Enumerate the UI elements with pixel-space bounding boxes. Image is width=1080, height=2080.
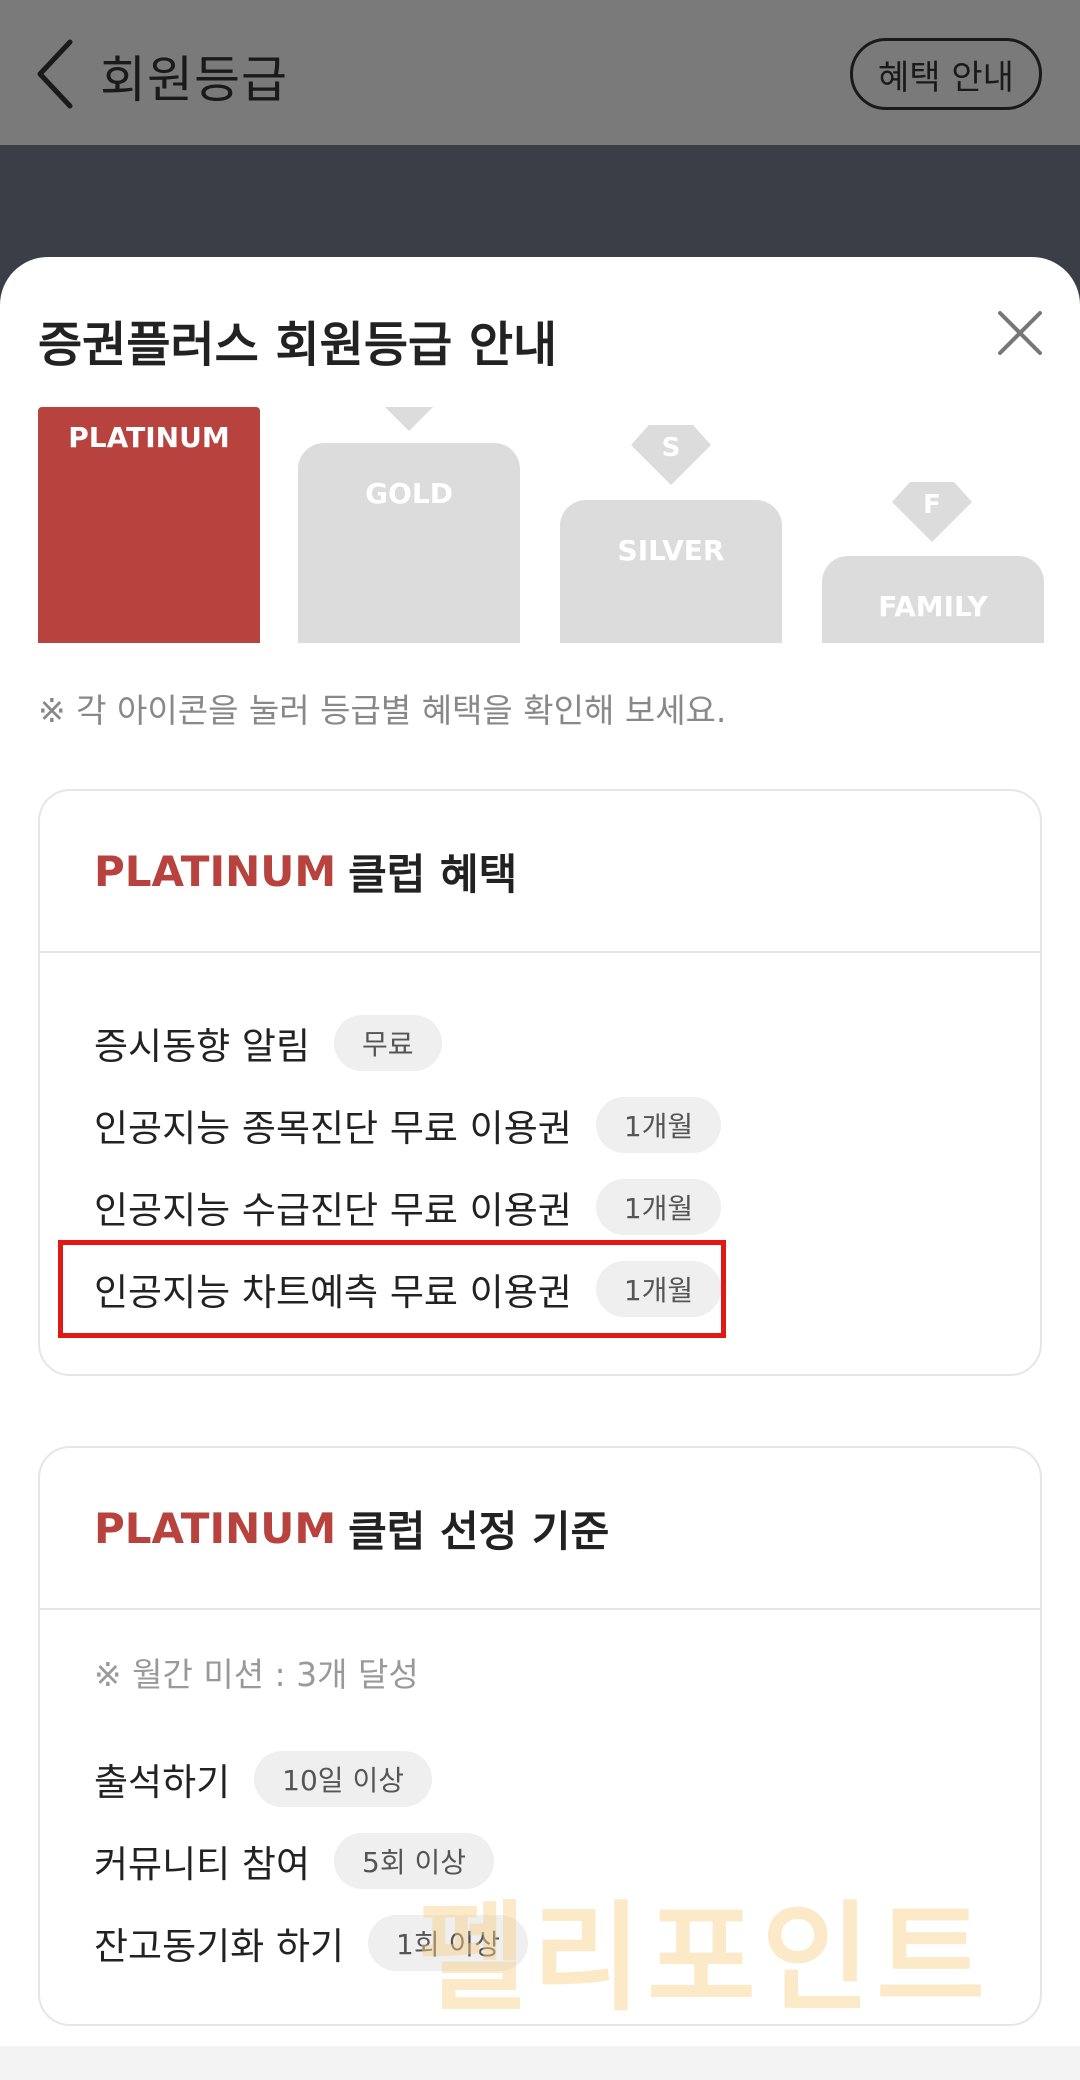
app-header: 회원등급 혜택 안내 (0, 0, 1080, 145)
criteria-name: 잔고동기화 하기 (94, 1925, 345, 1968)
card-title: 클럽 혜택 (348, 849, 518, 899)
bottom-strip (0, 2046, 1080, 2080)
grade-label: FAMILY (878, 590, 988, 623)
highlight-box (58, 1240, 726, 1338)
back-button[interactable] (30, 36, 90, 112)
card-grade-name: PLATINUM (94, 846, 337, 896)
criteria-card-header: PLATINUM 클럽 선정 기준 (40, 1448, 1040, 1610)
criteria-chip: 10일 이상 (254, 1751, 432, 1807)
benefit-row: 증시동향 알림 무료 (94, 1015, 442, 1071)
grade-label: GOLD (365, 477, 453, 510)
benefits-card-header: PLATINUM 클럽 혜택 (40, 791, 1040, 953)
silver-badge-letter: S (661, 433, 681, 463)
benefit-chip: 1개월 (595, 1179, 722, 1235)
benefit-name: 증시동향 알림 (94, 1025, 311, 1068)
grade-hint-text: ※ 각 아이콘을 눌러 등급별 혜택을 확인해 보세요. (38, 691, 727, 730)
grade-label: SILVER (617, 534, 725, 567)
benefit-chip: 무료 (334, 1015, 442, 1071)
criteria-name: 커뮤니티 참여 (94, 1843, 311, 1886)
grade-tab-platinum[interactable]: PLATINUM (38, 407, 260, 643)
chevron-left-icon (37, 39, 73, 109)
grade-label: PLATINUM (68, 421, 230, 454)
benefit-name: 인공지능 수급진단 무료 이용권 (94, 1189, 572, 1232)
card-title: 클럽 선정 기준 (348, 1506, 610, 1556)
grade-tab-gold[interactable]: GOLD (298, 443, 520, 643)
criteria-name: 출석하기 (94, 1761, 231, 1804)
grade-tab-family[interactable]: FAMILY (822, 556, 1044, 643)
gold-marker-icon (385, 407, 433, 431)
close-icon (998, 311, 1042, 355)
sheet-title: 증권플러스 회원등급 안내 (38, 317, 558, 373)
benefit-row: 인공지능 수급진단 무료 이용권 1개월 (94, 1179, 722, 1235)
mission-note: ※ 월간 미션 : 3개 달성 (94, 1655, 419, 1694)
close-button[interactable] (992, 305, 1048, 361)
benefit-chip: 1개월 (595, 1097, 722, 1153)
card-grade-name: PLATINUM (94, 1503, 337, 1553)
family-badge-letter: F (923, 490, 941, 520)
benefit-guide-button[interactable]: 혜택 안내 (850, 38, 1042, 110)
benefit-name: 인공지능 종목진단 무료 이용권 (94, 1107, 572, 1150)
benefit-row: 인공지능 종목진단 무료 이용권 1개월 (94, 1097, 722, 1153)
grade-tab-silver[interactable]: SILVER (560, 500, 782, 643)
watermark-logo: 펠리포인트 (418, 1889, 991, 2027)
criteria-row: 출석하기 10일 이상 (94, 1751, 432, 1807)
page-title: 회원등급 (100, 51, 288, 109)
